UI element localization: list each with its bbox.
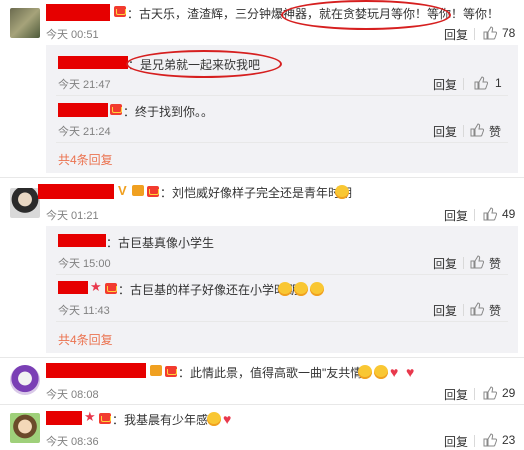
more-replies-link[interactable]: 共4条回复 xyxy=(58,331,113,348)
comment-time: 今天 08:36 xyxy=(46,436,99,448)
like-count: 赞 xyxy=(489,257,502,271)
reply-text: ：古巨基真像小学生 xyxy=(106,236,215,250)
crying-laugh-emoji-icon xyxy=(278,282,292,296)
comment-time: 今天 08:08 xyxy=(46,389,99,401)
divider xyxy=(56,95,508,96)
thumbs-up-icon[interactable] xyxy=(483,386,497,400)
avatar[interactable] xyxy=(10,188,40,218)
reply-button[interactable]: 回复 xyxy=(444,26,468,43)
thumbs-up-icon[interactable] xyxy=(483,433,497,447)
thumbs-up-icon[interactable] xyxy=(474,76,488,90)
like-count: 赞 xyxy=(489,304,502,318)
divider xyxy=(56,274,508,275)
divider xyxy=(56,142,508,143)
username-redacted[interactable] xyxy=(58,234,106,247)
reply-button[interactable]: 回复 xyxy=(433,76,457,93)
vip-badge-icon xyxy=(147,186,159,197)
divider xyxy=(463,304,464,316)
heart-icon: ♥ xyxy=(406,364,415,380)
comment-time: 今天 01:21 xyxy=(46,210,99,222)
comment-text: ：此情此景，值得高歌一曲"友共情"！ xyxy=(178,366,379,380)
username-redacted[interactable] xyxy=(58,103,108,117)
laughing-emoji-icon xyxy=(335,185,349,199)
reply-time: 今天 21:47 xyxy=(58,79,111,91)
divider xyxy=(474,435,475,447)
annotation-ellipse xyxy=(126,50,282,78)
vip-badge-icon xyxy=(114,6,126,17)
divider xyxy=(463,78,464,90)
level-icon xyxy=(132,185,144,196)
divider xyxy=(474,388,475,400)
reply-button[interactable]: 回复 xyxy=(444,433,468,450)
vip-badge-icon xyxy=(165,366,177,377)
verified-v-icon: V xyxy=(118,183,127,198)
heart-icon: ♥ xyxy=(223,411,232,427)
like-count: 78 xyxy=(502,26,516,40)
username-redacted[interactable] xyxy=(46,4,110,21)
divider xyxy=(56,321,508,322)
reply-button[interactable]: 回复 xyxy=(433,255,457,272)
reply-button[interactable]: 回复 xyxy=(433,302,457,319)
heart-icon: ♥ xyxy=(390,364,399,380)
avatar[interactable] xyxy=(10,8,40,38)
crying-laugh-emoji-icon xyxy=(294,282,308,296)
annotation-ellipse xyxy=(281,0,451,30)
like-count: 1 xyxy=(495,76,502,90)
comment-text: ：刘恺威好像样子完全还是青年时期 xyxy=(160,186,353,200)
thumbs-up-icon[interactable] xyxy=(483,207,497,221)
divider xyxy=(474,209,475,221)
divider xyxy=(474,28,475,40)
thumbs-up-icon[interactable] xyxy=(470,123,484,137)
star-icon: ★ xyxy=(90,279,102,294)
crying-laugh-emoji-icon xyxy=(310,282,324,296)
divider xyxy=(0,357,524,358)
laughing-emoji-icon xyxy=(358,365,372,379)
comment-text: ：我基晨有少年感！ xyxy=(112,413,221,427)
reply-text: ：古巨基的样子好像还在小学时期 xyxy=(118,283,299,297)
smiling-emoji-icon xyxy=(207,412,221,426)
reply-button[interactable]: 回复 xyxy=(444,386,468,403)
level-icon xyxy=(150,365,162,376)
laughing-emoji-icon xyxy=(374,365,388,379)
comment-time: 今天 00:51 xyxy=(46,29,99,41)
thumbs-up-icon[interactable] xyxy=(483,26,497,40)
thumbs-up-icon[interactable] xyxy=(470,302,484,316)
username-redacted[interactable] xyxy=(38,184,114,199)
like-count: 赞 xyxy=(489,125,502,139)
username-redacted[interactable] xyxy=(46,363,146,378)
like-count: 49 xyxy=(502,207,516,221)
username-redacted[interactable] xyxy=(58,56,128,69)
username-redacted[interactable] xyxy=(58,281,88,294)
vip-badge-icon xyxy=(105,283,117,294)
divider xyxy=(463,257,464,269)
more-replies-link[interactable]: 共4条回复 xyxy=(58,151,113,168)
reply-button[interactable]: 回复 xyxy=(444,207,468,224)
vip-badge-icon xyxy=(99,413,111,424)
avatar[interactable] xyxy=(10,365,40,395)
divider xyxy=(463,125,464,137)
reply-time: 今天 15:00 xyxy=(58,258,111,270)
reply-time: 今天 11:43 xyxy=(58,305,110,317)
divider xyxy=(0,177,524,178)
thumbs-up-icon[interactable] xyxy=(470,255,484,269)
avatar[interactable] xyxy=(10,413,40,443)
vip-badge-icon xyxy=(110,104,122,115)
star-icon: ★ xyxy=(84,409,96,424)
like-count: 23 xyxy=(502,433,516,447)
reply-button[interactable]: 回复 xyxy=(433,123,457,140)
reply-text: ：终于找到你。。 xyxy=(123,105,214,119)
reply-time: 今天 21:24 xyxy=(58,126,111,138)
username-redacted[interactable] xyxy=(46,411,82,425)
divider xyxy=(0,404,524,405)
like-count: 29 xyxy=(502,386,516,400)
